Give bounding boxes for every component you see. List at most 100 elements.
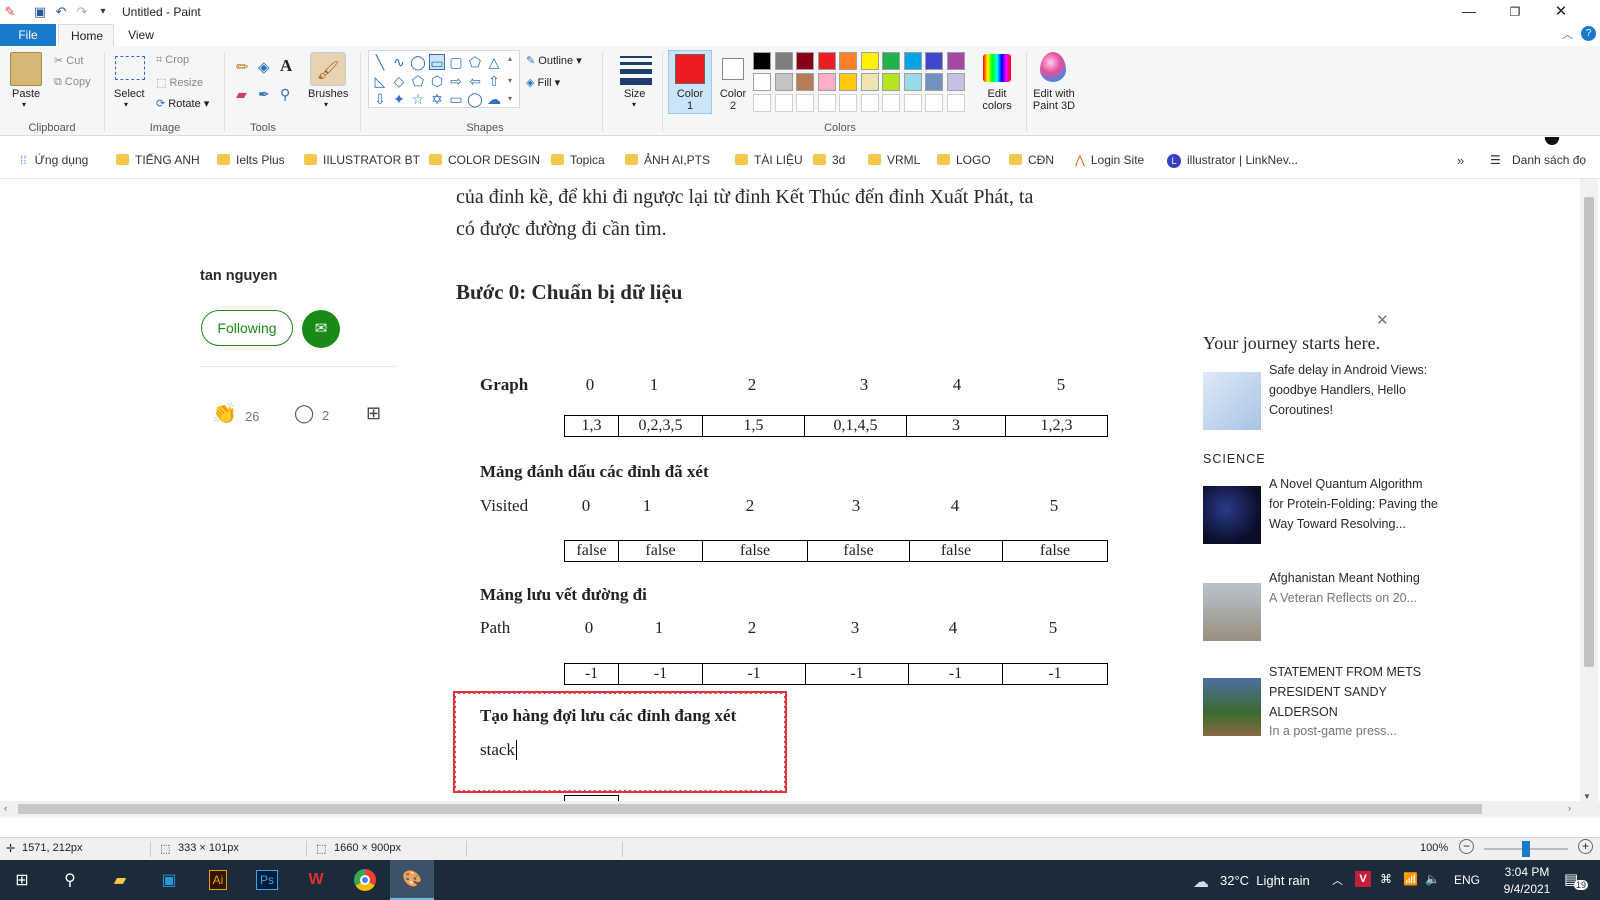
color-swatch[interactable] bbox=[903, 52, 922, 70]
restore-button[interactable]: ❐ bbox=[1492, 0, 1538, 24]
zoom-in-icon[interactable]: + bbox=[1578, 839, 1593, 854]
callout-rect-icon[interactable]: ▭ bbox=[448, 91, 464, 107]
zoom-out-icon[interactable]: − bbox=[1459, 839, 1474, 854]
vivaldi-tray-icon[interactable]: V bbox=[1355, 871, 1371, 887]
bookmark-item[interactable]: ⋀ Login Site bbox=[1075, 153, 1144, 167]
edit-colors-label[interactable]: Edit bbox=[972, 88, 1022, 100]
pentagon-shape-icon[interactable]: ⬠ bbox=[410, 73, 426, 89]
triangle-shape-icon[interactable]: △ bbox=[486, 54, 502, 70]
article-thumbnail[interactable] bbox=[1203, 678, 1261, 736]
file-explorer-icon[interactable]: ▰ bbox=[98, 860, 142, 900]
edit-colors-label-2[interactable]: colors bbox=[972, 100, 1022, 112]
select-button[interactable]: Select bbox=[114, 88, 145, 100]
bookmark-add-icon[interactable]: ⊞ bbox=[366, 403, 381, 424]
following-button[interactable]: Following bbox=[201, 310, 293, 346]
tab-home[interactable]: Home bbox=[58, 24, 114, 46]
magnifier-icon[interactable]: ⚲ bbox=[280, 86, 290, 103]
bookmark-item[interactable]: ẢNH AI,PTS bbox=[625, 153, 710, 167]
bookmark-item[interactable]: ⁞⁞ Ứng dụng bbox=[20, 153, 88, 167]
close-button[interactable]: ✕ bbox=[1538, 0, 1584, 24]
quick-access-dropdown-icon[interactable]: ▾ bbox=[95, 4, 111, 20]
sidebar-item-title[interactable]: Safe delay in Android Views: goodbye Han… bbox=[1269, 360, 1439, 420]
chevron-down-icon[interactable]: ▾ bbox=[324, 100, 328, 109]
color-picker-icon[interactable]: ✒ bbox=[258, 86, 270, 103]
sidebar-item-title[interactable]: STATEMENT FROM METS PRESIDENT SANDY ALDE… bbox=[1269, 662, 1439, 722]
fill-button[interactable]: ◈ Fill ▾ bbox=[526, 76, 560, 89]
sidebar-item-title[interactable]: A Novel Quantum Algorithm for Protein-Fo… bbox=[1269, 474, 1439, 534]
callout-cloud-icon[interactable]: ☁ bbox=[486, 91, 502, 107]
comment-icon[interactable]: ◯ bbox=[294, 403, 314, 424]
up-arrow-shape-icon[interactable]: ⇧ bbox=[486, 73, 502, 89]
bookmark-item[interactable]: COLOR DESGIN bbox=[429, 153, 540, 167]
wps-office-icon[interactable]: W bbox=[294, 860, 338, 900]
bookmark-item[interactable]: Topica bbox=[551, 153, 605, 167]
tab-file[interactable]: File bbox=[0, 24, 56, 46]
polygon-shape-icon[interactable]: ⬠ bbox=[467, 54, 483, 70]
more-bookmarks-icon[interactable]: » bbox=[1457, 153, 1464, 168]
paint-taskbar-icon[interactable]: 🎨 bbox=[390, 860, 434, 900]
collapse-ribbon-icon[interactable]: ︿ bbox=[1562, 26, 1573, 42]
language-indicator[interactable]: ENG bbox=[1454, 873, 1480, 887]
color-swatch[interactable] bbox=[774, 73, 793, 91]
clock-date[interactable]: 9/4/2021 bbox=[1492, 882, 1562, 896]
help-icon[interactable]: ? bbox=[1581, 26, 1596, 41]
color-swatch[interactable] bbox=[817, 52, 836, 70]
paint3d-label-2[interactable]: Paint 3D bbox=[1026, 100, 1082, 112]
scroll-right-icon[interactable]: › bbox=[1568, 803, 1571, 813]
paint3d-label[interactable]: Edit with bbox=[1026, 88, 1082, 100]
color-swatch[interactable] bbox=[882, 52, 900, 70]
illustrator-icon[interactable]: Ai bbox=[196, 860, 240, 900]
author-name[interactable]: tan nguyen bbox=[200, 268, 277, 284]
size-button[interactable]: Size bbox=[624, 88, 645, 100]
color-swatch[interactable] bbox=[860, 52, 879, 70]
rotate-button[interactable]: ⟳ Rotate ▾ bbox=[156, 97, 209, 110]
empty-color-swatch[interactable] bbox=[839, 94, 857, 112]
color-swatch[interactable] bbox=[753, 52, 771, 70]
chevron-down-icon[interactable]: ▾ bbox=[124, 100, 128, 109]
right-arrow-shape-icon[interactable]: ⇨ bbox=[448, 73, 464, 89]
paint3d-icon[interactable] bbox=[1040, 52, 1066, 82]
six-point-star-icon[interactable]: ✡ bbox=[429, 91, 445, 107]
bookmark-item[interactable]: VRML bbox=[868, 153, 920, 167]
volume-icon[interactable]: 🔈 bbox=[1425, 872, 1440, 886]
empty-color-swatch[interactable] bbox=[753, 94, 771, 112]
scrollbar-thumb[interactable] bbox=[18, 804, 1482, 814]
color-swatch[interactable] bbox=[860, 73, 879, 91]
color-swatch[interactable] bbox=[839, 73, 857, 91]
color-swatch[interactable] bbox=[946, 52, 965, 70]
empty-color-swatch[interactable] bbox=[796, 94, 814, 112]
paste-button[interactable]: Paste bbox=[12, 88, 40, 100]
article-thumbnail[interactable] bbox=[1203, 372, 1261, 430]
photoshop-icon[interactable]: Ps bbox=[245, 860, 289, 900]
crop-button[interactable]: ⌗ Crop bbox=[156, 54, 189, 67]
curve-shape-icon[interactable]: ∿ bbox=[391, 54, 407, 70]
chevron-down-icon[interactable]: ▾ bbox=[22, 100, 26, 109]
fill-bucket-icon[interactable]: ◈ bbox=[258, 58, 270, 76]
search-icon[interactable]: ⚲ bbox=[48, 860, 92, 900]
pencil-icon[interactable]: ✏ bbox=[236, 58, 249, 76]
bookmark-item[interactable]: CĐN bbox=[1009, 153, 1054, 167]
copy-button[interactable]: ⧉ Copy bbox=[54, 76, 91, 89]
cut-button[interactable]: ✂ Cut bbox=[54, 54, 83, 67]
minimize-button[interactable]: — bbox=[1446, 0, 1492, 24]
undo-icon[interactable]: ↶ bbox=[53, 4, 69, 20]
scroll-up-icon[interactable]: ▴ bbox=[508, 54, 512, 63]
close-icon[interactable]: ✕ bbox=[1376, 311, 1389, 329]
hexagon-shape-icon[interactable]: ⬡ bbox=[429, 73, 445, 89]
left-arrow-shape-icon[interactable]: ⇦ bbox=[467, 73, 483, 89]
right-triangle-shape-icon[interactable]: ◺ bbox=[372, 73, 388, 89]
brushes-icon[interactable]: 🖌 bbox=[310, 52, 346, 86]
edit-colors-icon[interactable] bbox=[983, 54, 1011, 82]
scroll-left-icon[interactable]: ‹ bbox=[4, 803, 7, 813]
empty-color-swatch[interactable] bbox=[925, 94, 943, 112]
select-icon[interactable] bbox=[115, 56, 145, 80]
color-swatch[interactable] bbox=[839, 52, 857, 70]
five-point-star-icon[interactable]: ☆ bbox=[410, 91, 426, 107]
outline-button[interactable]: ✎ Outline ▾ bbox=[526, 54, 582, 67]
bookmark-item[interactable]: IILUSTRATOR BT bbox=[304, 153, 420, 167]
scroll-down-icon[interactable]: ▼ bbox=[1583, 792, 1591, 801]
brushes-button[interactable]: Brushes bbox=[308, 88, 348, 100]
color-swatch[interactable] bbox=[753, 73, 771, 91]
reading-list-icon[interactable]: ☰ bbox=[1490, 153, 1501, 167]
bookmark-item[interactable]: Ielts Plus bbox=[217, 153, 285, 167]
